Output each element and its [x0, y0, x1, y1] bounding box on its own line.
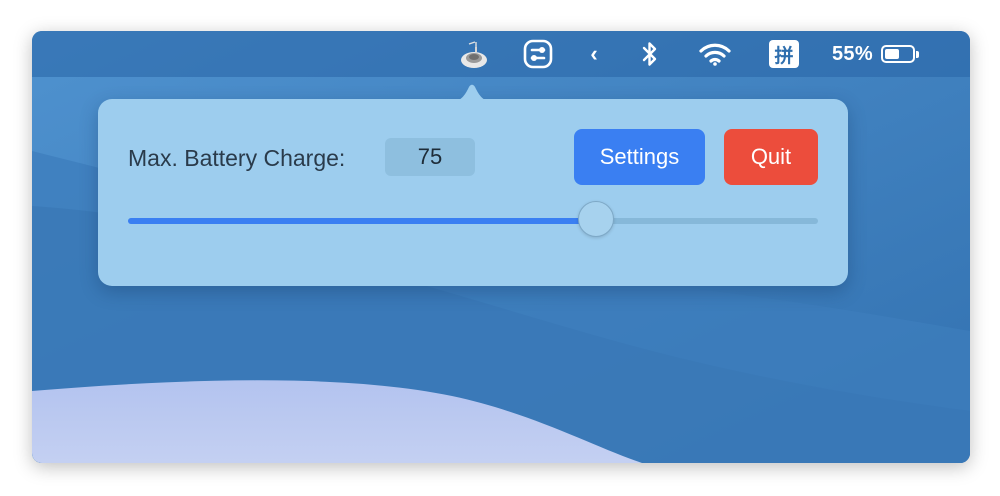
control-center-icon	[523, 39, 553, 69]
popover-arrow	[454, 84, 490, 101]
wifi-menu-extra[interactable]	[696, 31, 734, 77]
slider-knob[interactable]	[578, 201, 614, 237]
max-charge-slider[interactable]	[128, 201, 818, 239]
battery-tip	[915, 50, 919, 58]
wifi-icon	[699, 43, 731, 66]
bluetooth-icon	[642, 42, 657, 66]
al-dente-app-icon	[461, 41, 487, 68]
battery-icon	[880, 45, 915, 63]
desktop-screen: ‹ 拼 55% Max. Battery Charge: 75 Settings…	[32, 31, 970, 463]
input-method-indicator[interactable]: 拼	[769, 40, 799, 68]
bluetooth-menu-extra[interactable]	[636, 31, 664, 77]
quit-button[interactable]: Quit	[724, 129, 818, 185]
al-dente-menu-extra[interactable]	[454, 31, 494, 77]
max-charge-value-field[interactable]: 75	[385, 138, 475, 176]
battery-level-fill	[884, 49, 899, 59]
settings-button[interactable]: Settings	[574, 129, 705, 185]
menu-bar: ‹ 拼 55%	[32, 31, 970, 77]
battery-percentage: 55%	[832, 42, 873, 65]
battery-menu-extra[interactable]: 55%	[832, 31, 944, 77]
slider-fill	[128, 218, 596, 224]
battery-charge-popover: Max. Battery Charge: 75 Settings Quit	[98, 84, 848, 286]
collapse-chevron-icon[interactable]: ‹	[582, 31, 606, 77]
max-battery-charge-label: Max. Battery Charge:	[128, 145, 346, 171]
control-center-menu-extra[interactable]	[520, 31, 556, 77]
